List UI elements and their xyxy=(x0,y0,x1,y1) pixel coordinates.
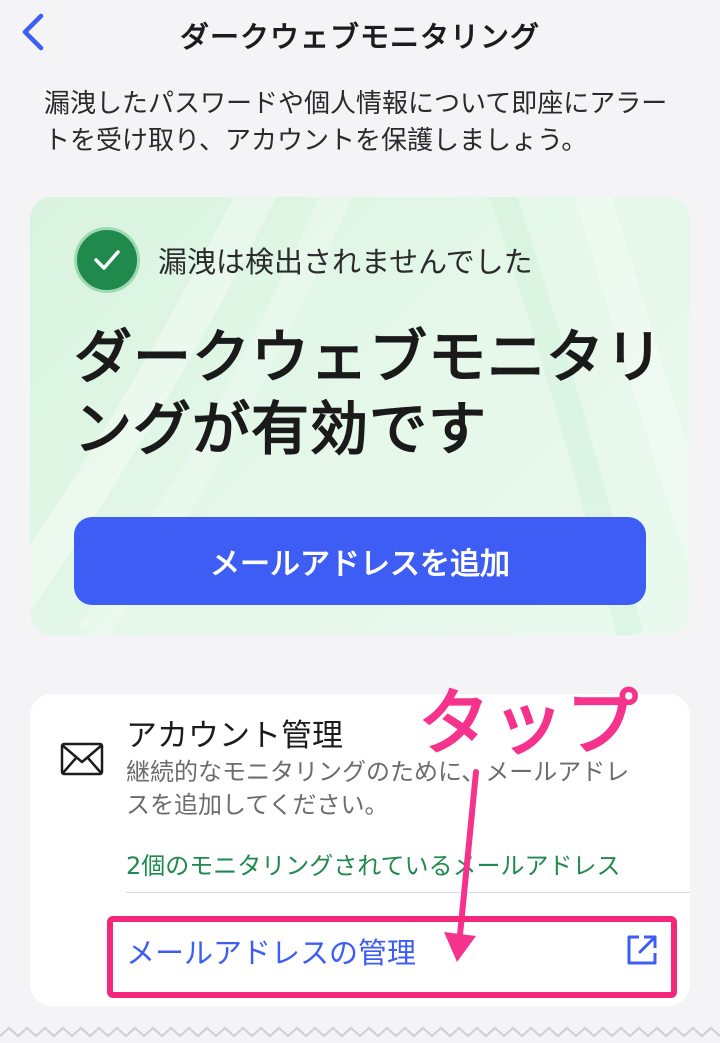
torn-edge xyxy=(0,1026,720,1038)
check-circle-icon xyxy=(74,227,140,293)
nav-bar: ダークウェブモニタリング xyxy=(0,0,720,66)
envelope-icon xyxy=(60,742,104,776)
page-title: ダークウェブモニタリング xyxy=(179,20,540,54)
manage-email-link[interactable]: メールアドレスの管理 xyxy=(126,930,416,972)
account-title: アカウント管理 xyxy=(126,718,343,754)
monitored-email-count: 2個のモニタリングされているメールアドレス xyxy=(126,852,621,880)
status-card: 漏洩は検出されませんでした ダークウェブモニタリングが有効です メールアドレスを… xyxy=(30,197,690,635)
external-link-icon[interactable] xyxy=(624,932,660,968)
status-text: 漏洩は検出されませんでした xyxy=(158,245,533,279)
intro-text: 漏洩したパスワードや個人情報について即座にアラートを受け取り、アカウントを保護し… xyxy=(44,89,668,156)
hero-title: ダークウェブモニタリングが有効です xyxy=(74,323,665,463)
divider xyxy=(126,892,690,893)
tap-annotation-label: タップ xyxy=(418,681,641,765)
add-email-button[interactable]: メールアドレスを追加 xyxy=(74,517,646,605)
status-row: 漏洩は検出されませんでした xyxy=(74,227,533,293)
